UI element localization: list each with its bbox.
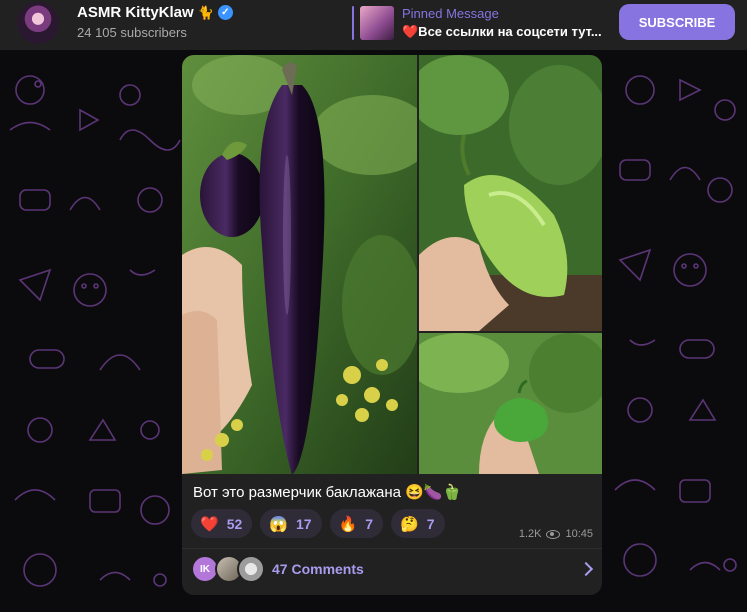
channel-header: ASMR KittyKlaw 🐈 ✓ 24 105 subscribers Pi… [0,0,747,50]
comments-label: 47 Comments [272,561,364,577]
verified-icon: ✓ [217,5,233,20]
reaction-count: 52 [226,515,243,532]
pinned-text-block: Pinned Message ❤️Все ссылки на соцсети т… [402,6,602,40]
photo-pepper-small[interactable] [419,333,602,474]
pepper-image [419,55,602,331]
eggplant-image [182,55,417,474]
eye-icon [546,529,561,539]
pinned-thumbnail [360,6,394,40]
reactions-bar: ❤️ 52 😱 17 🔥 7 🤔 7 [191,509,445,538]
chevron-right-icon [578,561,594,577]
channel-title-row[interactable]: ASMR KittyKlaw 🐈 ✓ [77,4,233,21]
subscriber-count: 24 105 subscribers [77,25,187,40]
thinking-face-icon: 🤔 [400,515,419,533]
pinned-message[interactable]: Pinned Message ❤️Все ссылки на соцсети т… [352,5,602,41]
post-time: 10:45 [565,528,593,540]
subscribe-button[interactable]: SUBSCRIBE [619,4,735,40]
channel-title[interactable]: ASMR KittyKlaw [77,4,194,21]
fire-icon: 🔥 [338,515,358,533]
reaction-count: 7 [426,515,435,532]
reaction-count: 17 [295,515,312,532]
comments-button[interactable]: IK 47 Comments [182,549,602,595]
reaction-count: 7 [365,515,374,532]
heart-icon: ❤️ [200,515,219,533]
reaction-fire[interactable]: 🔥 7 [329,509,384,538]
post-caption: Вот это размерчик баклажана 😆🍆🫑 [193,484,462,501]
pinned-text: ❤️Все ссылки на соцсети тут... [402,24,602,39]
view-count: 1.2K [518,528,542,540]
reaction-heart[interactable]: ❤️ 52 [191,509,253,538]
cat-emoji-icon: 🐈 [197,4,214,20]
reaction-scream[interactable]: 😱 17 [260,509,322,538]
photo-pepper-large[interactable] [419,55,602,331]
channel-avatar[interactable] [17,2,59,44]
pinned-title: Pinned Message [402,6,499,21]
small-pepper-image [419,333,602,474]
pinned-indicator-bar [352,6,354,40]
reaction-thinking[interactable]: 🤔 7 [391,509,445,538]
commenter-avatar [237,555,265,583]
post-meta: 1.2K 10:45 [519,528,593,540]
channel-post: Вот это размерчик баклажана 😆🍆🫑 ❤️ 52 😱 … [182,55,602,595]
scream-face-icon: 😱 [269,515,288,533]
photo-eggplants[interactable] [182,55,417,474]
